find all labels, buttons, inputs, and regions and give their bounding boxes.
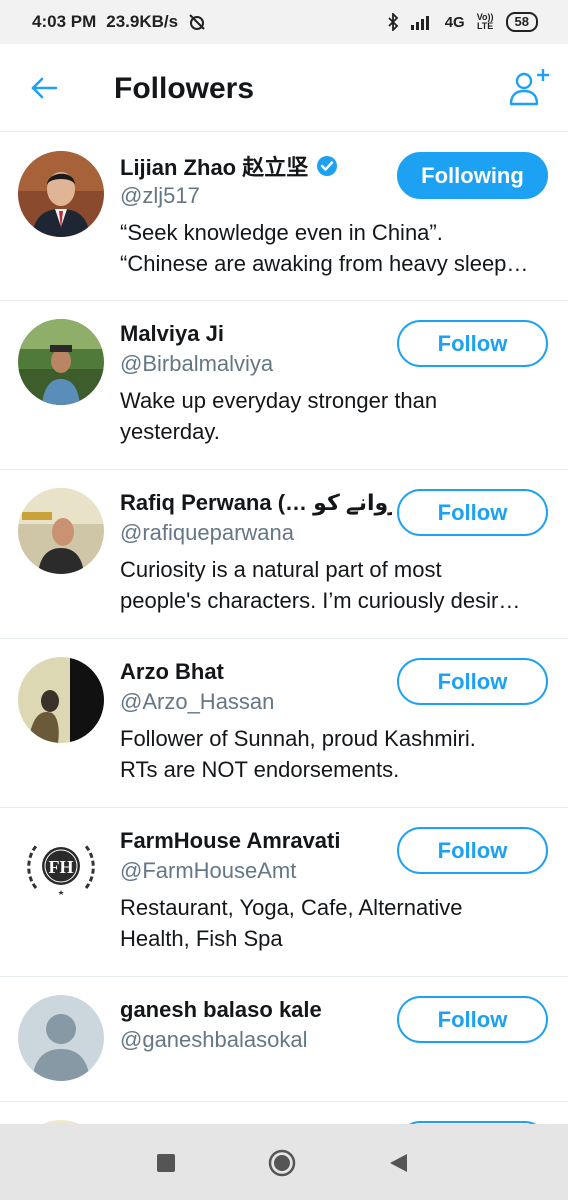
header: Followers	[0, 44, 568, 132]
status-bar: 4:03 PM 23.9KB/s 4G Vo)) LTE 58	[0, 0, 568, 44]
volte-indicator: Vo)) LTE	[476, 12, 494, 31]
network-speed: 23.9KB/s	[106, 12, 179, 31]
back-button[interactable]	[26, 70, 62, 106]
follower-bio: Curiosity is a natural part of most peop…	[120, 557, 521, 613]
follower-bio: Wake up everyday stronger than yesterday…	[120, 388, 438, 444]
triangle-back-icon	[390, 1154, 407, 1172]
farmhouse-logo-text: FH	[49, 857, 74, 877]
avatar[interactable]	[18, 657, 104, 743]
followers-list: Lijian Zhao 赵立坚 @zlj517 “Seek knowledge …	[0, 133, 568, 1142]
follower-row[interactable]: FH FarmHouse Amravati @FarmHouseAmt Rest…	[0, 808, 568, 977]
arrow-left-icon	[31, 77, 58, 99]
avatar[interactable]	[18, 488, 104, 574]
bluetooth-icon	[388, 13, 398, 31]
status-time: 4:03 PM	[32, 12, 97, 31]
default-avatar-icon[interactable]	[18, 995, 104, 1081]
battery-level: 58	[514, 14, 529, 29]
signal-icon	[410, 16, 429, 30]
circle-icon	[268, 1149, 296, 1177]
follower-bio: Restaurant, Yoga, Cafe, Alternative Heal…	[120, 895, 463, 951]
avatar[interactable]	[18, 151, 104, 237]
home-button[interactable]	[267, 1148, 297, 1178]
verified-badge-icon	[317, 156, 338, 176]
follower-row[interactable]: ganesh balaso kale @ganeshbalasokal Foll…	[0, 977, 568, 1102]
follower-name: Rafiq Perwana (… پروانے کو	[120, 490, 392, 515]
follower-row[interactable]: Arzo Bhat @Arzo_Hassan Follower of Sunna…	[0, 639, 568, 808]
avatar[interactable]: FH	[18, 826, 104, 912]
page-title: Followers	[114, 72, 255, 105]
follower-name: Malviya Ji	[120, 321, 224, 346]
follower-name: Lijian Zhao 赵立坚	[120, 155, 309, 180]
add-user-icon	[509, 69, 549, 106]
alarm-off-icon	[189, 14, 205, 30]
follow-button[interactable]: Follow	[397, 658, 548, 705]
following-button[interactable]: Following	[397, 152, 548, 199]
follower-bio: “Seek knowledge even in China”. “Chinese…	[120, 220, 529, 276]
avatar[interactable]	[18, 319, 104, 405]
network-type: 4G	[444, 13, 465, 31]
system-nav-bar	[0, 1124, 568, 1200]
follower-bio: Follower of Sunnah, proud Kashmiri. RTs …	[120, 726, 476, 782]
battery-icon: 58	[505, 12, 538, 32]
follower-name: Arzo Bhat	[120, 659, 224, 684]
follower-row[interactable]: Lijian Zhao 赵立坚 @zlj517 “Seek knowledge …	[0, 133, 568, 301]
follower-name: FarmHouse Amravati	[120, 828, 341, 853]
recent-apps-button[interactable]	[151, 1148, 181, 1178]
follower-name: ganesh balaso kale	[120, 997, 322, 1022]
square-icon	[157, 1154, 175, 1172]
follow-button[interactable]: Follow	[397, 827, 548, 874]
follow-button[interactable]: Follow	[397, 489, 548, 536]
follower-row[interactable]: Malviya Ji @Birbalmalviya Wake up everyd…	[0, 301, 568, 470]
follow-button[interactable]: Follow	[397, 320, 548, 367]
follower-row[interactable]: Rafiq Perwana (… پروانے کو @rafiqueparwa…	[0, 470, 568, 639]
follow-button[interactable]: Follow	[397, 996, 548, 1043]
back-nav-button[interactable]	[383, 1148, 413, 1178]
add-user-button[interactable]	[508, 66, 552, 110]
